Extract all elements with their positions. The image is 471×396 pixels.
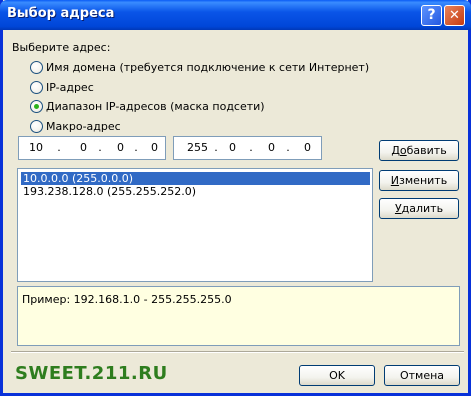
change-button[interactable]: Изменить [379,170,459,191]
delete-button[interactable]: Удалить [379,198,459,219]
radio-button-selected[interactable] [30,100,43,113]
mask-dot: . [286,141,290,154]
list-item[interactable]: 193.238.128.0 (255.255.252.0) [21,185,198,198]
add-button-label-end: бавить [406,144,447,157]
window-title: Выбор адреса [7,6,115,21]
radio-button[interactable] [30,81,43,94]
watermark-logo: SWEET.211.RU [15,363,168,384]
address-dialog: Выбор адреса ? ✕ Выберите адрес: Имя дом… [0,0,471,396]
ip-octet-1[interactable]: 10 [29,141,43,154]
mask-octet-1[interactable]: 255 [187,141,208,154]
subnet-mask-field[interactable]: 255 . 0 . 0 . 0 [173,136,322,160]
list-item-selected[interactable]: 10.0.0.0 (255.0.0.0) [20,171,371,186]
change-button-mnemonic: И [390,174,400,187]
radio-dot [34,104,39,109]
ip-dot: . [57,141,61,154]
mask-octet-3[interactable]: 0 [268,141,275,154]
close-button[interactable]: ✕ [444,5,465,26]
example-panel: Пример: 192.168.1.0 - 255.255.255.0 [17,286,460,346]
radio-button[interactable] [30,120,43,133]
add-button[interactable]: Добавить [379,140,459,161]
ok-button[interactable]: OK [299,365,375,386]
radio-label: IP-адрес [46,81,94,94]
add-button-mnemonic: о [399,144,407,157]
radio-label: Макро-адрес [46,120,121,133]
ip-octet-3[interactable]: 0 [117,141,124,154]
cancel-button[interactable]: Отмена [384,365,460,386]
example-text: Пример: 192.168.1.0 - 255.255.255.0 [22,293,232,306]
mask-dot: . [214,141,218,154]
radio-label: Диапазон IP-адресов (маска подсети) [46,100,265,113]
change-button-label-end: зменить [399,174,448,187]
address-list[interactable]: 10.0.0.0 (255.0.0.0) 193.238.128.0 (255.… [17,168,373,282]
ip-octet-4[interactable]: 0 [151,141,158,154]
radio-label: Имя домена (требуется подключение к сети… [46,61,370,74]
separator [11,351,464,353]
radio-button[interactable] [30,61,43,74]
add-button-label-start: Д [391,144,400,157]
mask-octet-4[interactable]: 0 [304,141,311,154]
ip-dot: . [134,141,138,154]
ip-octet-2[interactable]: 0 [80,141,87,154]
delete-button-label-end: далить [401,202,444,215]
ip-dot: . [98,141,102,154]
mask-octet-2[interactable]: 0 [229,141,236,154]
help-button[interactable]: ? [421,5,442,26]
ip-address-field[interactable]: 10 . 0 . 0 . 0 [18,136,166,160]
mask-dot: . [249,141,253,154]
prompt-label: Выберите адрес: [12,41,111,54]
delete-button-mnemonic: У [394,202,402,215]
title-bar[interactable]: Выбор адреса ? ✕ [0,0,471,30]
